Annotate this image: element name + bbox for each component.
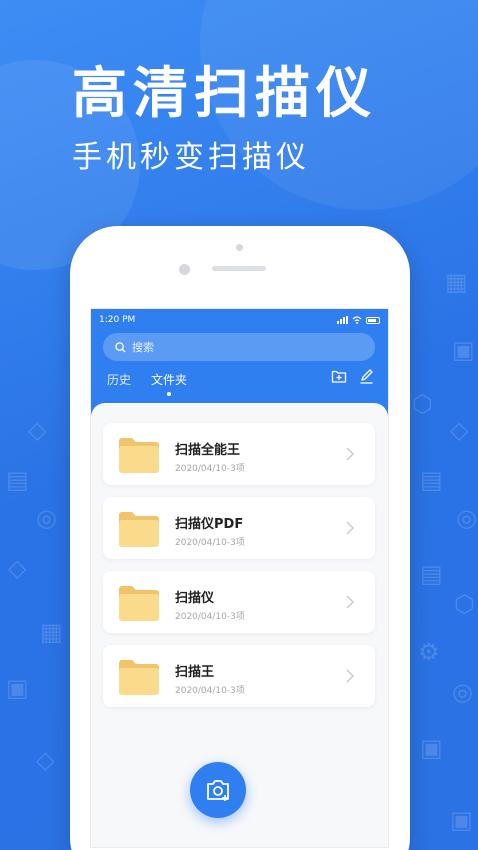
front-camera [179,264,190,275]
camera-scan-button[interactable] [190,762,246,818]
folder-icon [119,586,159,621]
chevron-right-icon [346,595,354,609]
decor-image-icon: ▣ [450,806,473,834]
decor-shield-icon: ⬡ [412,390,433,418]
decor-shield-icon: ◇ [36,746,55,774]
folder-icon [119,438,159,473]
folder-name: 扫描全能王 [175,443,241,458]
decor-card-icon: ▤ [420,560,443,588]
folder-icon [119,660,159,695]
edit-icon[interactable] [359,369,374,384]
decor-camera-icon: ◎ [36,504,57,532]
decor-grid-icon: ▦ [445,268,468,296]
chevron-right-icon [346,521,354,535]
decor-doc-icon: ◇ [8,554,27,582]
folder-meta: 2020/04/10-3项 [175,538,245,548]
status-time: 1:20 PM [99,315,136,325]
phone-mockup: 1:20 PM 搜索 历史 文件夹 扫描全能王 2020/04/10-3项 扫描… [70,226,410,850]
decor-image-icon: ▣ [452,336,475,364]
tab-folders[interactable]: 文件夹 [151,371,187,396]
chevron-right-icon [346,447,354,461]
tab-actions [331,369,374,384]
folder-name: 扫描仪 [175,591,215,606]
folder-meta: 2020/04/10-3项 [175,612,245,622]
decor-card-icon: ▤ [420,466,443,494]
hero-title: 高清扫描仪 [72,61,378,125]
status-icons [337,316,380,324]
sensor-dot [236,244,243,251]
folder-item[interactable]: 扫描全能王 2020/04/10-3项 [103,423,375,485]
folder-item[interactable]: 扫描王 2020/04/10-3项 [103,645,375,707]
status-bar: 1:20 PM [99,313,380,327]
folder-item[interactable]: 扫描仪 2020/04/10-3项 [103,571,375,633]
camera-icon [207,780,229,801]
decor-grid-icon: ▦ [40,618,63,646]
folder-name: 扫描仪PDF [175,517,244,532]
search-placeholder: 搜索 [132,341,154,354]
decor-camera-icon: ◎ [456,504,477,532]
decor-image-icon: ▣ [420,734,443,762]
decor-doc-icon: ◇ [450,416,469,444]
decor-shield-icon: ◇ [28,416,47,444]
search-bar[interactable]: 搜索 [103,333,375,361]
search-icon [115,341,126,353]
app-screen: 1:20 PM 搜索 历史 文件夹 扫描全能王 2020/04/10-3项 扫描… [90,308,389,848]
speaker-grille [212,266,266,271]
wifi-icon [352,316,362,324]
folder-meta: 2020/04/10-3项 [175,686,245,696]
decor-card-icon: ▤ [6,466,29,494]
folder-meta: 2020/04/10-3项 [175,464,245,474]
decor-shield-icon: ⬡ [454,590,475,618]
decor-camera-icon: ◎ [452,678,473,706]
folder-icon [119,512,159,547]
folder-name: 扫描王 [175,665,215,680]
decor-gear-icon: ⚙ [418,638,440,666]
tab-history[interactable]: 历史 [107,371,131,388]
folder-item[interactable]: 扫描仪PDF 2020/04/10-3项 [103,497,375,559]
battery-icon [366,316,380,324]
tab-bar: 历史 文件夹 [107,371,187,396]
hero-subtitle: 手机秒变扫描仪 [72,140,310,175]
signal-icon [337,316,348,324]
new-folder-icon[interactable] [331,369,347,384]
decor-image-icon: ▣ [6,674,29,702]
chevron-right-icon [346,669,354,683]
